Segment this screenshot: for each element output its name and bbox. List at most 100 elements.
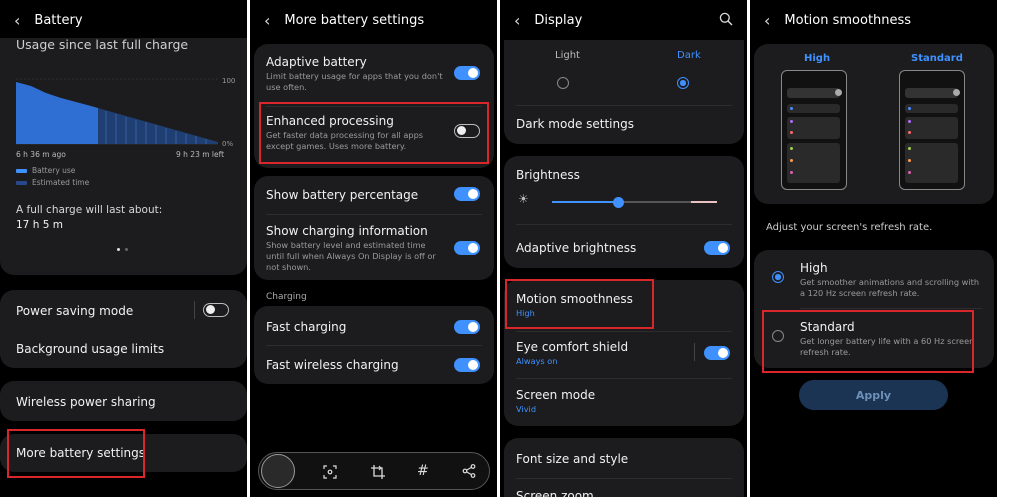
light-theme-label: Light bbox=[555, 50, 580, 61]
adaptive-brightness-toggle[interactable] bbox=[704, 241, 730, 255]
screen-mode-value: Vivid bbox=[516, 404, 537, 414]
preview-row bbox=[787, 104, 840, 113]
highlight-box bbox=[762, 310, 974, 373]
wireless-power-sharing[interactable]: Wireless power sharing bbox=[16, 395, 156, 409]
motion-header: ‹ Motion smoothness bbox=[750, 0, 997, 40]
divider bbox=[266, 214, 482, 215]
legend-estimated: Estimated time bbox=[32, 178, 90, 187]
highlight-box bbox=[259, 102, 489, 164]
share-icon[interactable] bbox=[462, 464, 476, 478]
usage-heading: Usage since last full charge bbox=[16, 37, 189, 52]
preview-row bbox=[905, 117, 958, 139]
brightness-card: Brightness ☀ Adaptive brightness bbox=[504, 156, 744, 268]
brightness-slider[interactable] bbox=[552, 196, 717, 208]
screenshot-toolbar: # bbox=[258, 452, 490, 490]
dark-theme-radio[interactable] bbox=[677, 77, 689, 89]
power-saving-toggle[interactable] bbox=[203, 303, 229, 317]
full-charge-label: A full charge will last about: bbox=[16, 204, 163, 216]
page-indicator-active bbox=[117, 248, 120, 251]
highlight-box bbox=[7, 429, 145, 478]
divider bbox=[194, 301, 195, 319]
high-option-desc: Get smoother animations and scrolling wi… bbox=[800, 277, 980, 298]
charging-info-toggle[interactable] bbox=[454, 241, 480, 255]
preview-row bbox=[905, 104, 958, 113]
charging-section-header: Charging bbox=[266, 292, 307, 302]
eye-comfort-title[interactable]: Eye comfort shield bbox=[516, 340, 628, 354]
fast-charging-toggle[interactable] bbox=[454, 320, 480, 334]
divider bbox=[800, 308, 982, 309]
more-battery-screen: ‹ More battery settings Adaptive battery… bbox=[250, 0, 497, 497]
eye-comfort-value: Always on bbox=[516, 356, 558, 366]
motion-smoothness-screen: ‹ Motion smoothness High Standard Adjust bbox=[750, 0, 997, 497]
screenshot-collage: ‹ Battery Usage since last full charge 1… bbox=[0, 0, 1024, 497]
dark-theme-label: Dark bbox=[677, 50, 701, 61]
divider bbox=[516, 224, 732, 225]
preview-avatar bbox=[835, 89, 842, 96]
sun-icon: ☀ bbox=[518, 192, 529, 206]
back-arrow-icon[interactable]: ‹ bbox=[514, 11, 520, 30]
divider bbox=[516, 378, 732, 379]
preview-row bbox=[787, 143, 840, 183]
phone-preview-high bbox=[781, 70, 847, 190]
fast-wireless-toggle[interactable] bbox=[454, 358, 480, 372]
estimated-swatch bbox=[16, 181, 27, 185]
page-indicator-inactive bbox=[125, 248, 128, 251]
preview-row bbox=[787, 117, 840, 139]
adjust-refresh-text: Adjust your screen's refresh rate. bbox=[766, 222, 933, 233]
back-arrow-icon[interactable]: ‹ bbox=[14, 11, 20, 30]
back-arrow-icon[interactable]: ‹ bbox=[764, 11, 770, 30]
full-charge-value: 17 h 5 m bbox=[16, 219, 63, 231]
eye-comfort-toggle[interactable] bbox=[704, 346, 730, 360]
charging-info-desc: Show battery level and estimated time un… bbox=[266, 240, 436, 272]
brightness-fill bbox=[552, 201, 618, 203]
brightness-extra-zone bbox=[691, 201, 717, 203]
high-option-title[interactable]: High bbox=[800, 261, 828, 275]
apply-button[interactable]: Apply bbox=[799, 380, 948, 410]
highlight-box bbox=[505, 279, 654, 329]
font-card: Font size and style Screen zoom bbox=[504, 438, 744, 497]
time-ago: 6 h 36 m ago bbox=[16, 150, 66, 159]
divider bbox=[694, 343, 695, 361]
time-left: 9 h 23 m left bbox=[176, 150, 225, 159]
background-usage-limits[interactable]: Background usage limits bbox=[16, 342, 164, 356]
preview-standard-label: Standard bbox=[911, 53, 963, 64]
screenshot-thumbnail[interactable] bbox=[261, 454, 295, 488]
screen-zoom[interactable]: Screen zoom bbox=[516, 489, 594, 497]
phone-preview-standard bbox=[899, 70, 965, 190]
divider bbox=[516, 105, 732, 106]
fast-charging: Fast charging bbox=[266, 320, 347, 334]
hashtag-icon[interactable]: # bbox=[417, 463, 429, 479]
show-battery-percentage: Show battery percentage bbox=[266, 188, 419, 202]
page-title: Motion smoothness bbox=[784, 12, 912, 28]
display-header: ‹ Display bbox=[500, 0, 747, 40]
power-saving-mode[interactable]: Power saving mode bbox=[16, 304, 133, 318]
display-screen: ‹ Display Light Dark Dark mode settings … bbox=[500, 0, 747, 497]
charging-info-title: Show charging information bbox=[266, 224, 428, 238]
adaptive-battery-desc: Limit battery usage for apps that you do… bbox=[266, 71, 443, 92]
battery-screen: ‹ Battery Usage since last full charge 1… bbox=[0, 0, 247, 497]
brightness-thumb[interactable] bbox=[613, 196, 624, 208]
preview-card: High Standard bbox=[754, 44, 994, 204]
crop-icon[interactable] bbox=[370, 464, 386, 480]
battery-use-swatch bbox=[16, 169, 27, 173]
battery-percentage-toggle[interactable] bbox=[454, 187, 480, 201]
adaptive-battery-toggle[interactable] bbox=[454, 66, 480, 80]
battery-use-area bbox=[16, 82, 98, 144]
fast-wireless-charging: Fast wireless charging bbox=[266, 358, 399, 372]
usage-card: Usage since last full charge 100 0% 6 h … bbox=[0, 37, 247, 275]
search-icon[interactable] bbox=[719, 12, 733, 26]
legend-battery-use: Battery use bbox=[32, 166, 76, 175]
battery-usage-graph bbox=[16, 78, 218, 145]
font-size-style[interactable]: Font size and style bbox=[516, 452, 628, 466]
preview-high-label: High bbox=[804, 53, 831, 64]
light-theme-radio[interactable] bbox=[557, 77, 569, 89]
dark-mode-settings[interactable]: Dark mode settings bbox=[516, 117, 634, 131]
preview-search-bar bbox=[905, 88, 958, 98]
page-title: More battery settings bbox=[284, 12, 425, 28]
back-arrow-icon[interactable]: ‹ bbox=[264, 11, 270, 30]
screen-mode-title[interactable]: Screen mode bbox=[516, 388, 595, 402]
battery-display-card: Show battery percentage Show charging in… bbox=[254, 176, 494, 280]
scan-icon[interactable] bbox=[323, 465, 337, 479]
high-radio[interactable] bbox=[772, 271, 784, 283]
divider bbox=[516, 478, 732, 479]
